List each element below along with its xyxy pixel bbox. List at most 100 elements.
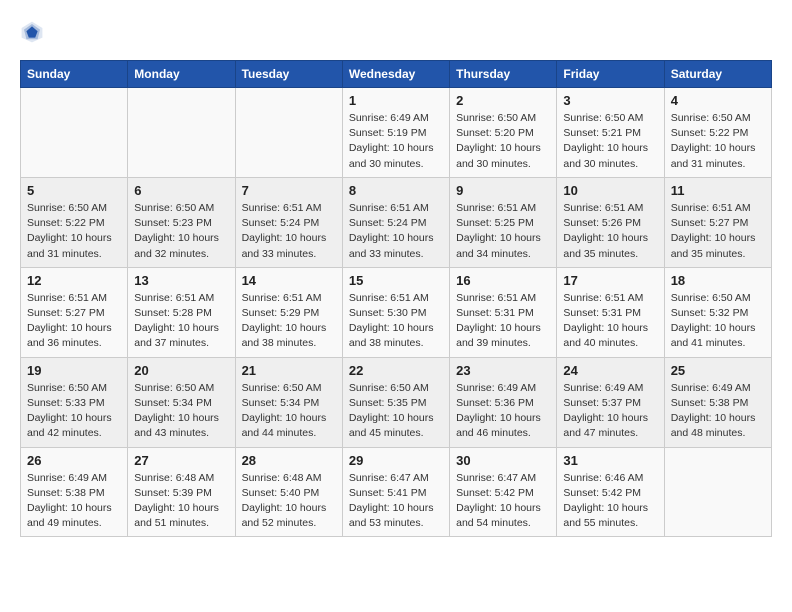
calendar-cell [664,447,771,537]
day-number: 25 [671,363,765,378]
weekday-header: Tuesday [235,61,342,88]
calendar-cell: 2 Sunrise: 6:50 AM Sunset: 5:20 PM Daylig… [450,88,557,178]
day-info: Sunrise: 6:50 AM Sunset: 5:20 PM Dayligh… [456,111,550,172]
day-number: 18 [671,273,765,288]
day-info: Sunrise: 6:50 AM Sunset: 5:22 PM Dayligh… [27,201,121,262]
calendar-cell: 15 Sunrise: 6:51 AM Sunset: 5:30 PM Dayli… [342,267,449,357]
day-info: Sunrise: 6:51 AM Sunset: 5:24 PM Dayligh… [242,201,336,262]
day-info: Sunrise: 6:51 AM Sunset: 5:30 PM Dayligh… [349,291,443,352]
calendar-cell [235,88,342,178]
weekday-header: Friday [557,61,664,88]
day-info: Sunrise: 6:51 AM Sunset: 5:29 PM Dayligh… [242,291,336,352]
calendar-cell: 23 Sunrise: 6:49 AM Sunset: 5:36 PM Dayli… [450,357,557,447]
day-info: Sunrise: 6:47 AM Sunset: 5:41 PM Dayligh… [349,471,443,532]
day-info: Sunrise: 6:49 AM Sunset: 5:38 PM Dayligh… [27,471,121,532]
logo [20,20,48,44]
day-number: 5 [27,183,121,198]
day-info: Sunrise: 6:49 AM Sunset: 5:37 PM Dayligh… [563,381,657,442]
calendar-cell: 24 Sunrise: 6:49 AM Sunset: 5:37 PM Dayli… [557,357,664,447]
day-number: 19 [27,363,121,378]
calendar-cell: 12 Sunrise: 6:51 AM Sunset: 5:27 PM Dayli… [21,267,128,357]
day-info: Sunrise: 6:51 AM Sunset: 5:24 PM Dayligh… [349,201,443,262]
calendar-cell: 1 Sunrise: 6:49 AM Sunset: 5:19 PM Daylig… [342,88,449,178]
day-number: 29 [349,453,443,468]
day-number: 15 [349,273,443,288]
logo-icon [20,20,44,44]
weekday-header: Wednesday [342,61,449,88]
day-info: Sunrise: 6:48 AM Sunset: 5:39 PM Dayligh… [134,471,228,532]
day-number: 13 [134,273,228,288]
calendar-cell: 19 Sunrise: 6:50 AM Sunset: 5:33 PM Dayli… [21,357,128,447]
day-number: 8 [349,183,443,198]
day-info: Sunrise: 6:51 AM Sunset: 5:27 PM Dayligh… [27,291,121,352]
day-info: Sunrise: 6:49 AM Sunset: 5:19 PM Dayligh… [349,111,443,172]
calendar-cell: 7 Sunrise: 6:51 AM Sunset: 5:24 PM Daylig… [235,177,342,267]
calendar-cell: 30 Sunrise: 6:47 AM Sunset: 5:42 PM Dayli… [450,447,557,537]
calendar-cell: 5 Sunrise: 6:50 AM Sunset: 5:22 PM Daylig… [21,177,128,267]
day-info: Sunrise: 6:49 AM Sunset: 5:36 PM Dayligh… [456,381,550,442]
calendar-cell: 17Sunrise: 6:51 AM Sunset: 5:31 PM Dayli… [557,267,664,357]
calendar-header-row: SundayMondayTuesdayWednesdayThursdayFrid… [21,61,772,88]
day-number: 10 [563,183,657,198]
calendar-cell: 28 Sunrise: 6:48 AM Sunset: 5:40 PM Dayli… [235,447,342,537]
calendar-cell: 16Sunrise: 6:51 AM Sunset: 5:31 PM Dayli… [450,267,557,357]
day-number: 17 [563,273,657,288]
day-info: Sunrise: 6:47 AM Sunset: 5:42 PM Dayligh… [456,471,550,532]
calendar-cell: 31 Sunrise: 6:46 AM Sunset: 5:42 PM Dayli… [557,447,664,537]
calendar-week-row: 1 Sunrise: 6:49 AM Sunset: 5:19 PM Daylig… [21,88,772,178]
calendar-cell: 11 Sunrise: 6:51 AM Sunset: 5:27 PM Dayli… [664,177,771,267]
day-number: 22 [349,363,443,378]
calendar-week-row: 26 Sunrise: 6:49 AM Sunset: 5:38 PM Dayli… [21,447,772,537]
day-info: Sunrise: 6:50 AM Sunset: 5:34 PM Dayligh… [242,381,336,442]
day-info: Sunrise: 6:51 AM Sunset: 5:26 PM Dayligh… [563,201,657,262]
day-info: Sunrise: 6:50 AM Sunset: 5:22 PM Dayligh… [671,111,765,172]
day-number: 23 [456,363,550,378]
calendar-cell: 20 Sunrise: 6:50 AM Sunset: 5:34 PM Dayli… [128,357,235,447]
day-info: Sunrise: 6:48 AM Sunset: 5:40 PM Dayligh… [242,471,336,532]
day-number: 28 [242,453,336,468]
day-number: 11 [671,183,765,198]
calendar-cell: 8 Sunrise: 6:51 AM Sunset: 5:24 PM Daylig… [342,177,449,267]
day-info: Sunrise: 6:51 AM Sunset: 5:25 PM Dayligh… [456,201,550,262]
day-number: 21 [242,363,336,378]
weekday-header: Thursday [450,61,557,88]
day-info: Sunrise: 6:46 AM Sunset: 5:42 PM Dayligh… [563,471,657,532]
day-number: 3 [563,93,657,108]
calendar-cell: 9 Sunrise: 6:51 AM Sunset: 5:25 PM Daylig… [450,177,557,267]
day-number: 31 [563,453,657,468]
day-number: 1 [349,93,443,108]
day-number: 30 [456,453,550,468]
day-info: Sunrise: 6:51 AM Sunset: 5:27 PM Dayligh… [671,201,765,262]
weekday-header: Sunday [21,61,128,88]
page-header [20,20,772,44]
day-number: 12 [27,273,121,288]
calendar-cell: 18 Sunrise: 6:50 AM Sunset: 5:32 PM Dayli… [664,267,771,357]
calendar-cell: 3Sunrise: 6:50 AM Sunset: 5:21 PM Daylig… [557,88,664,178]
calendar-cell: 25 Sunrise: 6:49 AM Sunset: 5:38 PM Dayli… [664,357,771,447]
calendar-cell: 14 Sunrise: 6:51 AM Sunset: 5:29 PM Dayli… [235,267,342,357]
day-number: 7 [242,183,336,198]
weekday-header: Saturday [664,61,771,88]
calendar-cell: 10 Sunrise: 6:51 AM Sunset: 5:26 PM Dayli… [557,177,664,267]
day-info: Sunrise: 6:50 AM Sunset: 5:32 PM Dayligh… [671,291,765,352]
calendar-cell: 21 Sunrise: 6:50 AM Sunset: 5:34 PM Dayli… [235,357,342,447]
day-number: 6 [134,183,228,198]
day-info: Sunrise: 6:50 AM Sunset: 5:23 PM Dayligh… [134,201,228,262]
day-number: 9 [456,183,550,198]
calendar-cell: 13Sunrise: 6:51 AM Sunset: 5:28 PM Dayli… [128,267,235,357]
day-info: Sunrise: 6:49 AM Sunset: 5:38 PM Dayligh… [671,381,765,442]
calendar-week-row: 5 Sunrise: 6:50 AM Sunset: 5:22 PM Daylig… [21,177,772,267]
day-number: 2 [456,93,550,108]
day-number: 14 [242,273,336,288]
day-number: 4 [671,93,765,108]
day-number: 20 [134,363,228,378]
day-number: 26 [27,453,121,468]
day-info: Sunrise: 6:51 AM Sunset: 5:31 PM Dayligh… [456,291,550,352]
day-info: Sunrise: 6:50 AM Sunset: 5:34 PM Dayligh… [134,381,228,442]
calendar-cell [21,88,128,178]
day-number: 27 [134,453,228,468]
calendar-table: SundayMondayTuesdayWednesdayThursdayFrid… [20,60,772,537]
day-info: Sunrise: 6:50 AM Sunset: 5:33 PM Dayligh… [27,381,121,442]
calendar-cell: 29 Sunrise: 6:47 AM Sunset: 5:41 PM Dayli… [342,447,449,537]
day-number: 24 [563,363,657,378]
